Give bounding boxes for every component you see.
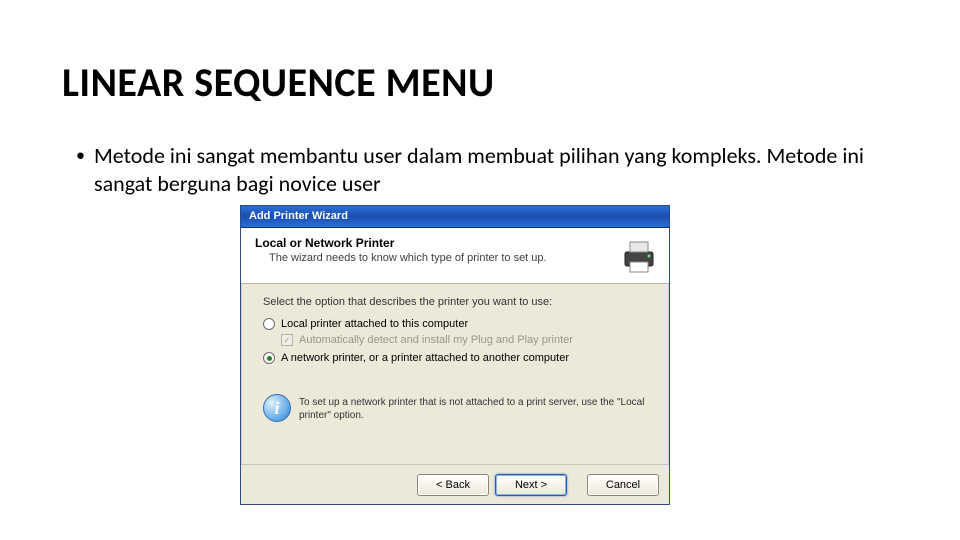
radio-option-local[interactable]: Local printer attached to this computer	[263, 318, 647, 330]
wizard-header-subtitle: The wizard needs to know which type of p…	[255, 250, 655, 264]
window-titlebar[interactable]: Add Printer Wizard	[241, 206, 669, 228]
info-text: To set up a network printer that is not …	[299, 394, 647, 422]
bullet-dot-icon: •	[76, 144, 85, 167]
bullet-item: • Metode ini sangat membantu user dalam …	[76, 142, 880, 197]
radio-icon-selected	[263, 352, 275, 364]
add-printer-wizard-window: Add Printer Wizard Local or Network Prin…	[240, 205, 670, 505]
cancel-button[interactable]: Cancel	[587, 474, 659, 496]
radio-label-network: A network printer, or a printer attached…	[281, 352, 569, 364]
checkbox-label-auto-detect: Automatically detect and install my Plug…	[299, 334, 573, 346]
back-button[interactable]: < Back	[417, 474, 489, 496]
wizard-button-bar: < Back Next > Cancel	[241, 464, 669, 504]
checkbox-auto-detect: ✓ Automatically detect and install my Pl…	[281, 334, 647, 346]
radio-option-network[interactable]: A network printer, or a printer attached…	[263, 352, 647, 364]
radio-label-local: Local printer attached to this computer	[281, 318, 468, 330]
wizard-content: Select the option that describes the pri…	[241, 284, 669, 422]
info-icon: i	[263, 394, 291, 422]
printer-icon	[619, 236, 659, 276]
wizard-header: Local or Network Printer The wizard need…	[241, 228, 669, 284]
wizard-header-title: Local or Network Printer	[255, 236, 655, 250]
checkbox-icon: ✓	[281, 334, 293, 346]
info-note: i To set up a network printer that is no…	[263, 394, 647, 422]
prompt-text: Select the option that describes the pri…	[263, 296, 647, 308]
bullet-text: Metode ini sangat membantu user dalam me…	[76, 142, 880, 197]
next-button[interactable]: Next >	[495, 474, 567, 496]
radio-icon	[263, 318, 275, 330]
slide-title: LINEAR SEQUENCE MENU	[62, 58, 495, 107]
